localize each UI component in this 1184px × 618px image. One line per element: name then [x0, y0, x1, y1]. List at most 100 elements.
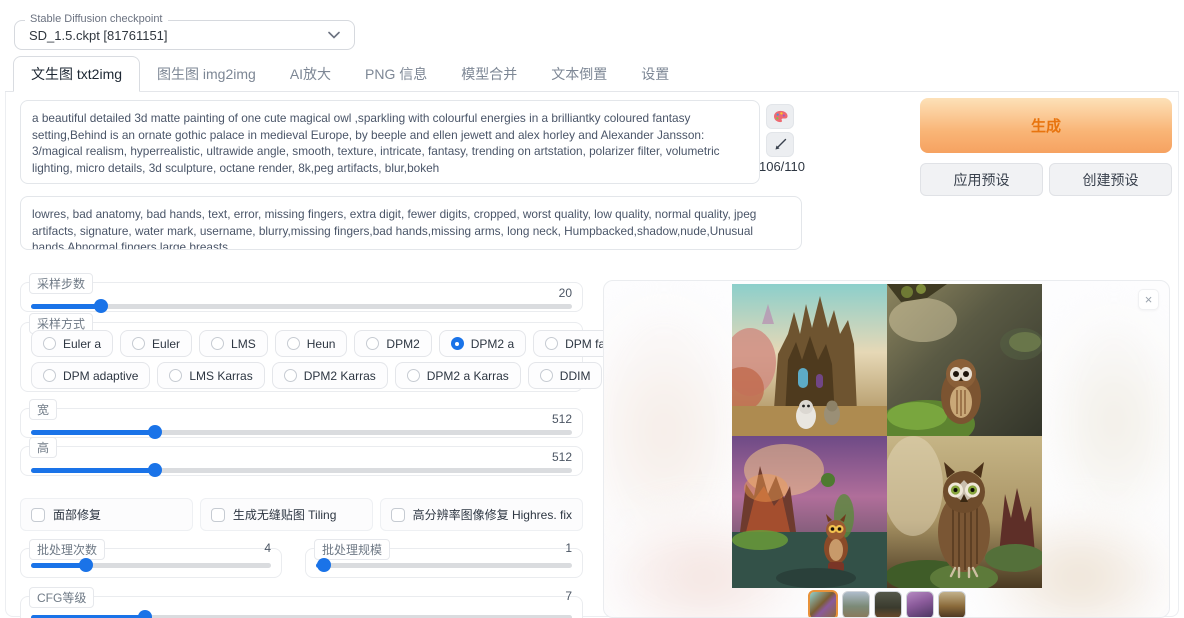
radio-icon [287, 337, 300, 350]
batch-size-label: 批处理规模 [314, 539, 390, 560]
thumb-grid-montage[interactable] [808, 590, 838, 618]
thumb-purple-castle[interactable] [906, 591, 934, 618]
sampling-steps-group: 采样步数 20 [20, 282, 583, 312]
width-group: 宽 512 [20, 408, 583, 438]
sampler-option-ddim[interactable]: DDIM [528, 362, 603, 389]
radio-icon [284, 369, 297, 382]
cfg-scale-value: 7 [565, 589, 572, 603]
sampler-option-label: DPM2 Karras [304, 369, 376, 383]
radio-icon [169, 369, 182, 382]
radio-icon [540, 369, 553, 382]
close-icon[interactable]: × [1138, 289, 1159, 310]
radio-icon [43, 369, 56, 382]
cfg-scale-slider[interactable] [31, 610, 572, 618]
batch-count-value: 4 [264, 541, 271, 555]
thumb-dark-owl[interactable] [874, 591, 902, 618]
generated-image-owl-branch[interactable] [887, 284, 1042, 436]
sampler-row-2: DPM adaptive LMS Karras DPM2 Karras DPM2 a … [31, 362, 686, 389]
tab-0[interactable]: 文生图 txt2img [13, 56, 140, 92]
generate-button[interactable]: 生成 [920, 98, 1172, 153]
gallery-thumbnails [604, 591, 1169, 618]
batch-size-group: 批处理规模 1 [305, 548, 583, 578]
sampling-steps-slider[interactable] [31, 299, 572, 313]
checkpoint-dropdown[interactable]: Stable Diffusion checkpoint SD_1.5.ckpt … [14, 20, 355, 50]
sampler-option-lms[interactable]: LMS [199, 330, 268, 357]
sampler-option-label: LMS Karras [189, 369, 252, 383]
width-value: 512 [552, 412, 572, 426]
sampler-option-label: DDIM [560, 369, 591, 383]
sampler-option-dpm2-a-karras[interactable]: DPM2 a Karras [395, 362, 521, 389]
style-palette-button[interactable] [766, 104, 794, 129]
checkbox-tile-0[interactable]: 面部修复 [20, 498, 193, 531]
sampling-method-group: 采样方式 Euler aEulerLMSHeunDPM2DPM2 aDPM fa… [20, 322, 583, 392]
batch-size-slider[interactable] [316, 558, 572, 572]
sampler-option-label: DPM2 a [471, 337, 514, 351]
tab-3[interactable]: PNG 信息 [348, 57, 444, 91]
sampler-option-dpm2-karras[interactable]: DPM2 Karras [272, 362, 388, 389]
tab-5[interactable]: 文本倒置 [534, 57, 624, 91]
sampling-steps-label: 采样步数 [29, 273, 93, 294]
radio-icon [211, 337, 224, 350]
brush-icon [774, 138, 787, 151]
options-checkbox-row: 面部修复 生成无缝贴图 Tiling 高分辨率图像修复 Highres. fix [20, 498, 583, 531]
tab-1[interactable]: 图生图 img2img [140, 57, 273, 91]
batch-count-label: 批处理次数 [29, 539, 105, 560]
height-label: 高 [29, 437, 57, 458]
checkbox-label: 生成无缝贴图 Tiling [233, 506, 337, 523]
width-label: 宽 [29, 399, 57, 420]
generated-image-owl-castle[interactable] [732, 284, 887, 436]
checkbox-icon[interactable] [391, 508, 405, 522]
prompt-input[interactable]: a beautiful detailed 3d matte painting o… [20, 100, 760, 184]
sampler-option-euler[interactable]: Euler [120, 330, 192, 357]
sampler-option-label: Heun [307, 337, 336, 351]
checkbox-label: 面部修复 [53, 506, 101, 523]
negative-prompt-input[interactable]: lowres, bad anatomy, bad hands, text, er… [20, 196, 802, 250]
create-preset-button[interactable]: 创建预设 [1049, 163, 1172, 196]
edit-brush-button[interactable] [766, 132, 794, 157]
checkbox-tile-2[interactable]: 高分辨率图像修复 Highres. fix [380, 498, 583, 531]
negative-prompt-field-wrap: lowres, bad anatomy, bad hands, text, er… [20, 196, 802, 250]
checkpoint-label: Stable Diffusion checkpoint [25, 13, 168, 25]
sampler-option-dpm2-a[interactable]: DPM2 a [439, 330, 526, 357]
sampler-option-dpm-adaptive[interactable]: DPM adaptive [31, 362, 150, 389]
height-group: 高 512 [20, 446, 583, 476]
generated-image-grid [732, 284, 1042, 588]
generated-image-purple-castle-owl[interactable] [732, 436, 887, 588]
sd-webui-page: Stable Diffusion checkpoint SD_1.5.ckpt … [0, 0, 1184, 618]
apply-preset-button[interactable]: 应用预设 [920, 163, 1043, 196]
tab-6[interactable]: 设置 [624, 57, 686, 91]
height-slider[interactable] [31, 463, 572, 477]
radio-icon [407, 369, 420, 382]
height-value: 512 [552, 450, 572, 464]
sampler-option-label: Euler a [63, 337, 101, 351]
prompt-field-wrap: a beautiful detailed 3d matte painting o… [20, 100, 760, 184]
checkbox-tile-1[interactable]: 生成无缝贴图 Tiling [200, 498, 373, 531]
token-counter: 106/110 [752, 159, 812, 174]
sampler-option-heun[interactable]: Heun [275, 330, 348, 357]
thumb-brown-owl[interactable] [938, 591, 966, 618]
cfg-scale-label: CFG等级 [29, 587, 94, 608]
batch-count-slider[interactable] [31, 558, 271, 572]
cfg-scale-group: CFG等级 7 [20, 596, 583, 618]
generated-image-owl-closeup[interactable] [887, 436, 1042, 588]
preset-buttons-row: 应用预设 创建预设 [920, 163, 1172, 196]
width-slider[interactable] [31, 425, 572, 439]
sampler-option-euler-a[interactable]: Euler a [31, 330, 113, 357]
output-gallery-panel: × [603, 280, 1170, 618]
tab-2[interactable]: AI放大 [273, 57, 348, 91]
radio-icon [132, 337, 145, 350]
tab-4[interactable]: 模型合并 [444, 57, 534, 91]
sampler-option-label: DPM adaptive [63, 369, 138, 383]
radio-icon [43, 337, 56, 350]
palette-icon [773, 110, 788, 123]
sampling-steps-value: 20 [559, 286, 572, 300]
sampler-row-1: Euler aEulerLMSHeunDPM2DPM2 aDPM fast [31, 330, 626, 357]
tab-bar: 文生图 txt2img图生图 img2imgAI放大PNG 信息模型合并文本倒置… [5, 60, 1179, 92]
sampler-option-label: DPM2 [386, 337, 419, 351]
batch-count-group: 批处理次数 4 [20, 548, 282, 578]
thumb-castle[interactable] [842, 591, 870, 618]
checkbox-icon[interactable] [211, 508, 225, 522]
sampler-option-lms-karras[interactable]: LMS Karras [157, 362, 264, 389]
checkbox-icon[interactable] [31, 508, 45, 522]
sampler-option-dpm2[interactable]: DPM2 [354, 330, 431, 357]
